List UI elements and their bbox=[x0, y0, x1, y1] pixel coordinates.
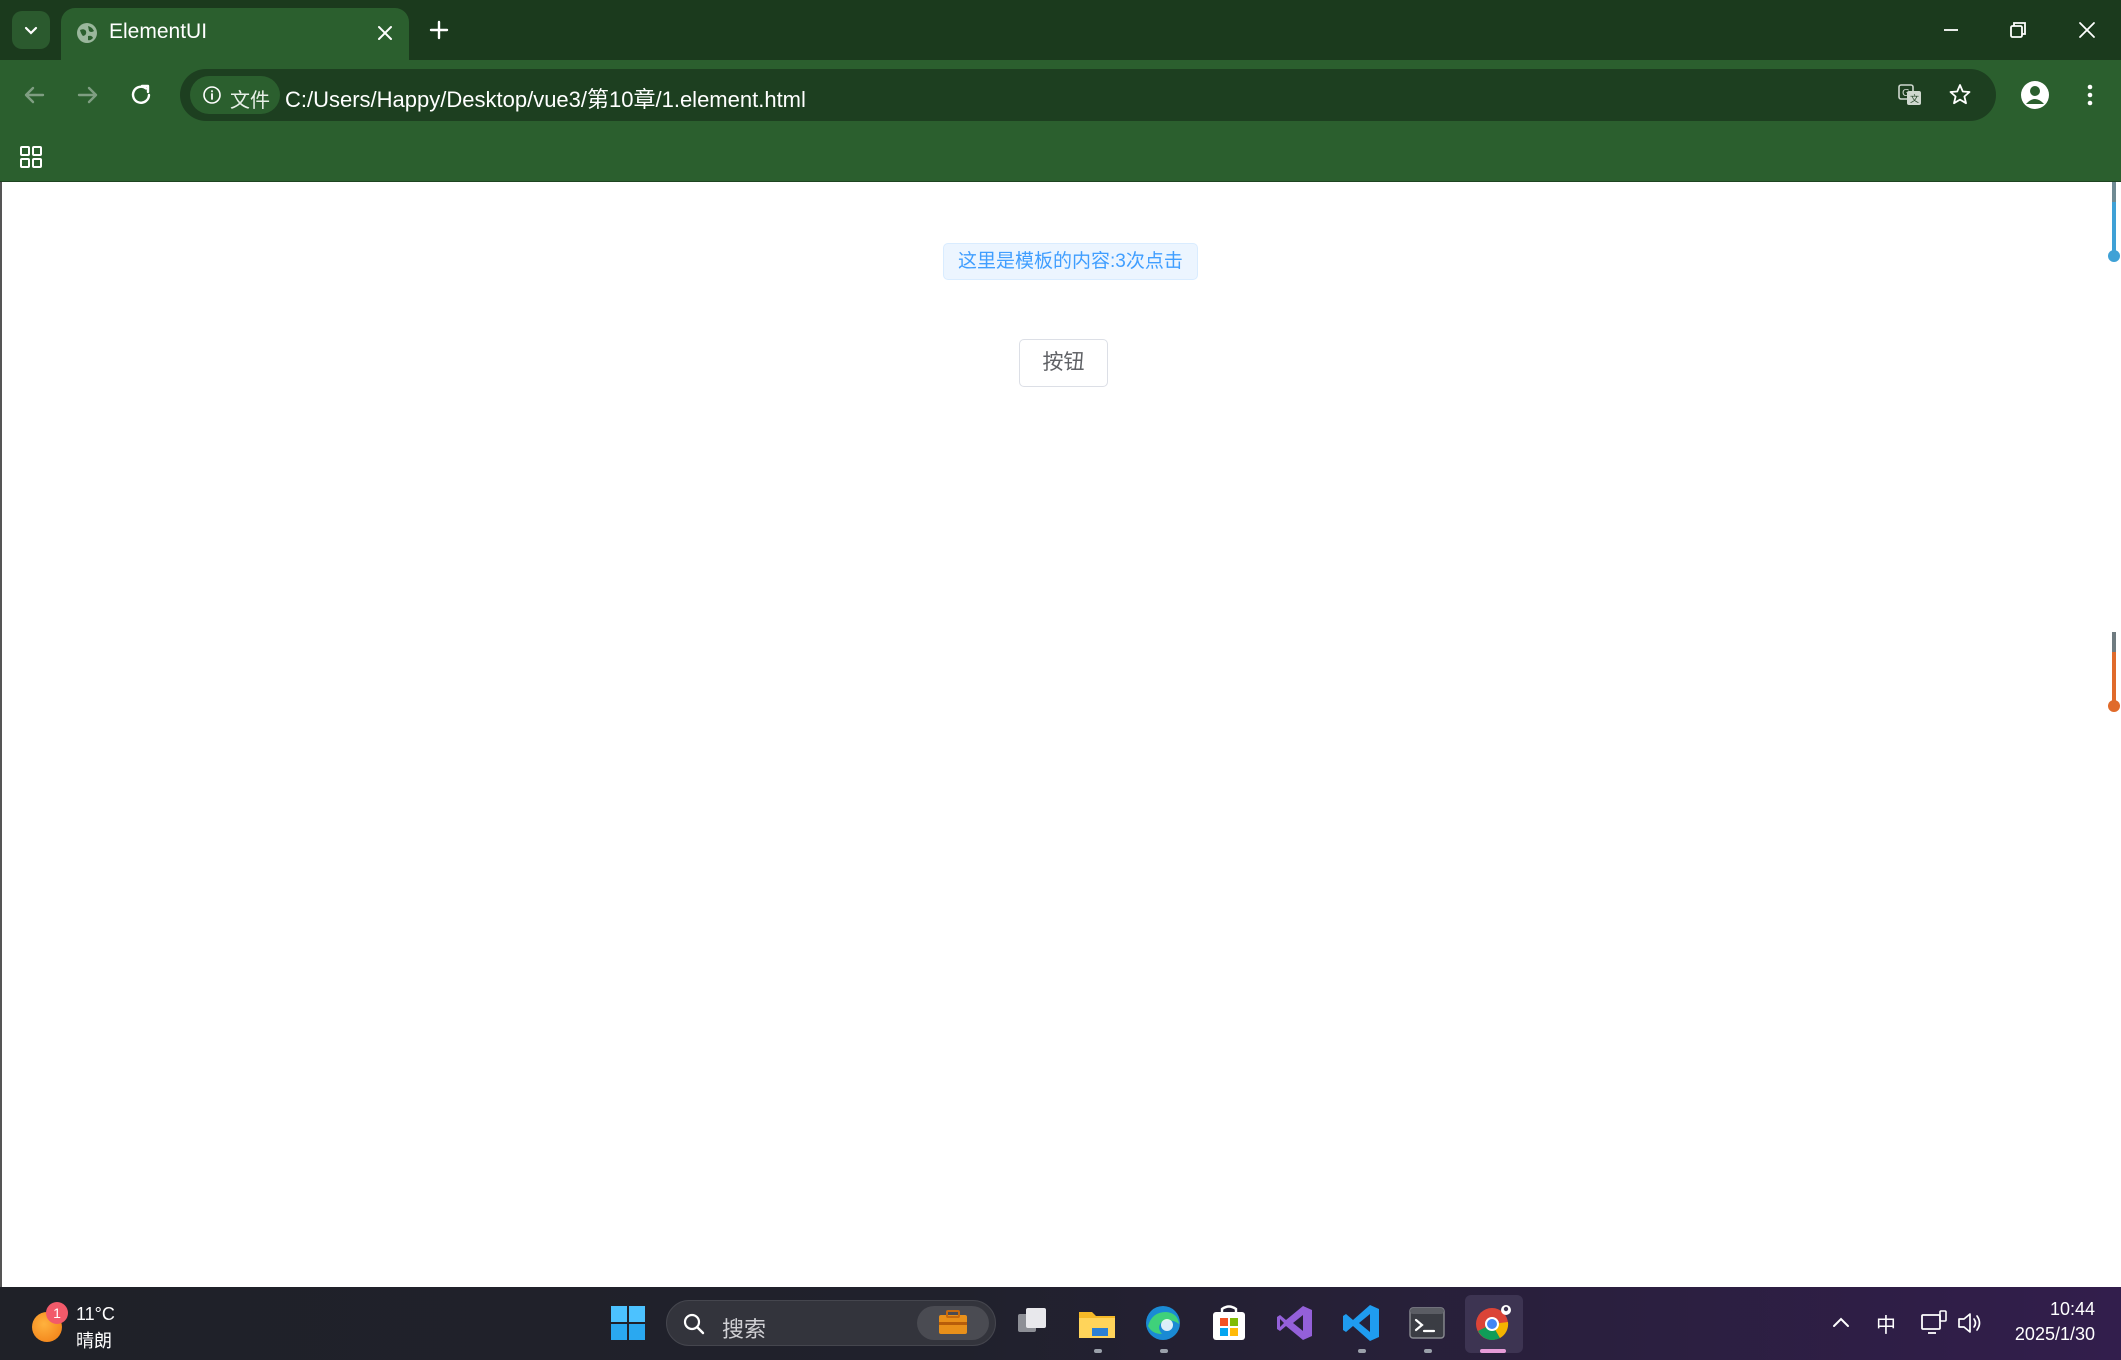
search-icon bbox=[683, 1313, 705, 1335]
terminal-icon[interactable] bbox=[1404, 1300, 1450, 1346]
edge-running-indicator bbox=[1160, 1349, 1168, 1353]
taskbar: 1 11°C 晴朗 搜索 中 10:44 2025/1/30 bbox=[0, 1287, 2121, 1360]
url-text[interactable]: C:/Users/Happy/Desktop/vue3/第10章/1.eleme… bbox=[285, 82, 806, 114]
browser-toolbar: 文件 C:/Users/Happy/Desktop/vue3/第10章/1.el… bbox=[0, 60, 2121, 130]
briefcase-icon bbox=[939, 1310, 967, 1334]
clock-time: 10:44 bbox=[2049, 1299, 2095, 1319]
weather-temperature: 11°C bbox=[76, 1304, 115, 1324]
restore-icon[interactable] bbox=[2004, 16, 2032, 44]
profile-avatar-icon[interactable] bbox=[2018, 78, 2052, 112]
edge-browser-icon[interactable] bbox=[1140, 1300, 1186, 1346]
visual-studio-icon[interactable] bbox=[1272, 1300, 1318, 1346]
windows-start-icon[interactable] bbox=[605, 1300, 651, 1346]
chevron-down-icon bbox=[24, 26, 38, 35]
tab-title: ElementUI bbox=[109, 20, 208, 43]
task-view-icon[interactable] bbox=[1010, 1300, 1056, 1346]
chrome-icon[interactable] bbox=[1470, 1300, 1516, 1346]
explorer-running-indicator bbox=[1094, 1349, 1102, 1353]
site-chip-label: 文件 bbox=[230, 90, 270, 112]
page-content: 这里是模板的内容:3次点击 按钮 bbox=[0, 182, 2121, 1287]
search-label: 搜索 bbox=[722, 1317, 767, 1342]
scroll-marker-bottom-icon bbox=[2108, 632, 2120, 712]
ime-indicator[interactable]: 中 bbox=[1876, 1309, 1896, 1338]
info-icon bbox=[203, 86, 221, 104]
weather-widget[interactable]: 1 11°C 晴朗 bbox=[30, 1300, 150, 1351]
taskbar-search[interactable]: 搜索 bbox=[666, 1300, 996, 1346]
clock-date: 2025/1/30 bbox=[2014, 1324, 2095, 1344]
reload-icon[interactable] bbox=[124, 78, 158, 112]
bookmark-star-icon[interactable] bbox=[1946, 81, 1974, 109]
globe-icon bbox=[77, 23, 97, 43]
chevron-up-icon[interactable] bbox=[1826, 1307, 1856, 1337]
back-arrow-icon[interactable] bbox=[17, 78, 51, 112]
more-menu-icon[interactable] bbox=[2073, 78, 2107, 112]
forward-arrow-icon[interactable] bbox=[71, 78, 105, 112]
vscode-running-indicator bbox=[1358, 1349, 1366, 1353]
terminal-running-indicator bbox=[1424, 1349, 1432, 1353]
weather-condition: 晴朗 bbox=[76, 1331, 112, 1351]
chrome-active-indicator bbox=[1480, 1349, 1506, 1353]
translate-icon[interactable]: G 文 bbox=[1896, 81, 1924, 109]
close-tab-icon[interactable] bbox=[373, 21, 397, 45]
apps-grid-icon[interactable] bbox=[18, 144, 44, 170]
notification-badge: 1 bbox=[46, 1302, 68, 1324]
microsoft-store-icon[interactable] bbox=[1206, 1300, 1252, 1346]
network-icon[interactable] bbox=[1918, 1307, 1950, 1339]
file-explorer-icon[interactable] bbox=[1074, 1300, 1120, 1346]
system-clock[interactable]: 10:44 2025/1/30 bbox=[2015, 1299, 2095, 1345]
scroll-marker-top-icon bbox=[2108, 182, 2120, 262]
screen: ElementUI 文件 C:/Users/Happy/Desktop/vue3… bbox=[0, 0, 2121, 1360]
vscode-icon[interactable] bbox=[1338, 1300, 1384, 1346]
svg-text:文: 文 bbox=[1910, 93, 1919, 105]
el-button[interactable]: 按钮 bbox=[1019, 339, 1108, 387]
bookmarks-bar bbox=[0, 130, 2121, 182]
search-highlight-widget bbox=[917, 1306, 989, 1340]
volume-icon[interactable] bbox=[1954, 1307, 1986, 1339]
minimize-icon[interactable] bbox=[1937, 16, 1965, 44]
tab-search-button[interactable] bbox=[12, 11, 50, 49]
new-tab-icon[interactable] bbox=[425, 16, 453, 44]
info-tag: 这里是模板的内容:3次点击 bbox=[943, 243, 1198, 280]
tab-strip: ElementUI bbox=[0, 0, 2121, 60]
close-window-icon[interactable] bbox=[2073, 16, 2101, 44]
tab-elementui[interactable]: ElementUI bbox=[61, 8, 409, 60]
address-bar[interactable]: 文件 C:/Users/Happy/Desktop/vue3/第10章/1.el… bbox=[180, 69, 1996, 121]
